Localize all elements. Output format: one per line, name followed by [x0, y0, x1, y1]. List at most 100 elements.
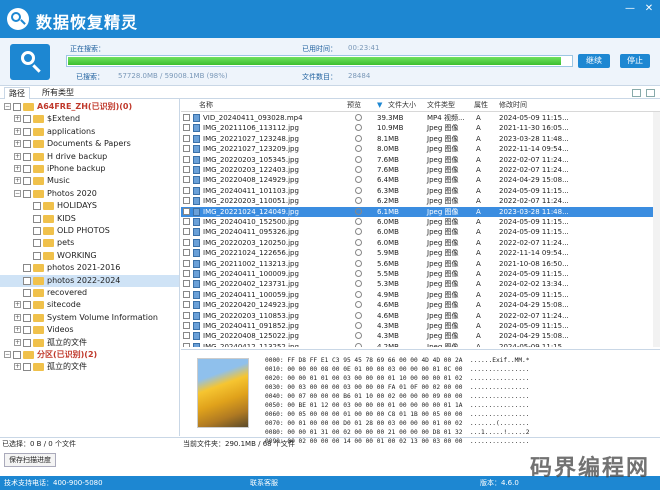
tree-item[interactable]: + System Volume Information: [0, 312, 179, 324]
row-checkbox[interactable]: [183, 228, 190, 236]
table-row[interactable]: IMG_20211106_113112.jpg 10.9MB Jpeg 图像 A 202…: [181, 123, 660, 133]
table-row[interactable]: IMG_20240412_113252.jpg 4.2MB Jpeg 图像 A 2024…: [181, 342, 660, 347]
tree-item[interactable]: − 分区(已识别)(2): [0, 349, 179, 361]
tree-item[interactable]: + Videos: [0, 324, 179, 336]
table-row[interactable]: IMG_20240411_100009.jpg 5.5MB Jpeg 图像 A 2024…: [181, 269, 660, 279]
preview-icon[interactable]: [355, 301, 362, 309]
tree-item[interactable]: + iPhone backup: [0, 163, 179, 175]
row-checkbox[interactable]: [183, 280, 190, 288]
row-checkbox[interactable]: [183, 342, 190, 347]
checkbox[interactable]: [23, 338, 31, 347]
preview-icon[interactable]: [355, 218, 362, 225]
tree-item[interactable]: + 孤立的文件: [0, 361, 179, 373]
row-checkbox[interactable]: [183, 270, 190, 277]
preview-icon[interactable]: [355, 332, 362, 340]
expander-icon[interactable]: −: [14, 189, 21, 197]
checkbox[interactable]: [33, 251, 41, 260]
table-row[interactable]: VID_20240411_093028.mp4 39.3MB MP4 视频... A 2…: [181, 113, 660, 123]
tree-item[interactable]: + Music: [0, 175, 179, 187]
table-row[interactable]: IMG_20220420_124923.jpg 4.6MB Jpeg 图像 A 2024…: [181, 300, 660, 310]
tree-item[interactable]: + applications: [0, 126, 179, 138]
save-scan-button[interactable]: 保存扫描进度: [4, 453, 56, 467]
checkbox[interactable]: [23, 165, 31, 173]
col-type[interactable]: 文件类型: [427, 99, 455, 112]
table-row[interactable]: IMG_20240411_101103.jpg 6.3MB Jpeg 图像 A 2024…: [181, 186, 660, 196]
tree-item[interactable]: recovered: [0, 287, 179, 299]
row-checkbox[interactable]: [183, 249, 190, 257]
checkbox[interactable]: [23, 177, 31, 186]
tree-item[interactable]: + Documents & Papers: [0, 138, 179, 150]
preview-icon[interactable]: [355, 134, 362, 142]
table-row[interactable]: IMG_20221024_122656.jpg 5.9MB Jpeg 图像 A 2022…: [181, 248, 660, 258]
expander-icon[interactable]: +: [14, 326, 21, 334]
expander-icon[interactable]: +: [14, 363, 21, 371]
table-row[interactable]: IMG_20220203_120250.jpg 6.0MB Jpeg 图像 A 2022…: [181, 238, 660, 248]
checkbox[interactable]: [23, 115, 31, 124]
row-checkbox[interactable]: [183, 166, 190, 173]
tree-item[interactable]: KIDS: [0, 213, 179, 225]
tree-item[interactable]: photos 2021-2016: [0, 262, 179, 274]
preview-icon[interactable]: [355, 166, 362, 173]
tree-item[interactable]: + $Extend: [0, 113, 179, 125]
checkbox[interactable]: [23, 313, 31, 322]
expander-icon[interactable]: −: [4, 351, 11, 358]
table-row[interactable]: IMG_20240410_152500.jpg 6.0MB Jpeg 图像 A 2024…: [181, 217, 660, 227]
preview-icon[interactable]: [355, 176, 362, 184]
preview-icon[interactable]: [355, 249, 362, 257]
row-checkbox[interactable]: [183, 114, 190, 121]
checkbox[interactable]: [23, 127, 31, 136]
list-scrollbar[interactable]: [653, 112, 660, 347]
row-checkbox[interactable]: [183, 207, 190, 215]
sort-down-icon[interactable]: ▼: [377, 99, 382, 112]
grid-view-icon[interactable]: [646, 89, 655, 97]
tab-all-types[interactable]: 所有类型: [38, 87, 78, 99]
row-checkbox[interactable]: [183, 238, 190, 246]
list-view-icon[interactable]: [632, 89, 641, 97]
tree-item[interactable]: OLD PHOTOS: [0, 225, 179, 237]
checkbox[interactable]: [13, 103, 21, 111]
table-row[interactable]: IMG_20240411_100059.jpg 4.9MB Jpeg 图像 A 2024…: [181, 290, 660, 300]
checkbox[interactable]: [33, 227, 41, 235]
tree-item[interactable]: − A64FRE_ZH(已识别)(0): [0, 101, 179, 113]
row-checkbox[interactable]: [183, 322, 190, 329]
preview-icon[interactable]: [355, 290, 362, 298]
checkbox[interactable]: [33, 202, 41, 211]
expander-icon[interactable]: +: [14, 115, 21, 123]
row-checkbox[interactable]: [183, 301, 190, 309]
preview-icon[interactable]: [355, 322, 362, 329]
checkbox[interactable]: [23, 289, 31, 297]
row-checkbox[interactable]: [183, 186, 190, 194]
table-row[interactable]: IMG_20221027_123248.jpg 8.1MB Jpeg 图像 A 2023…: [181, 134, 660, 144]
row-checkbox[interactable]: [183, 124, 190, 132]
tree-item[interactable]: + sitecode: [0, 299, 179, 311]
preview-icon[interactable]: [355, 124, 362, 132]
row-checkbox[interactable]: [183, 145, 190, 153]
checkbox[interactable]: [23, 140, 31, 149]
row-checkbox[interactable]: [183, 218, 190, 225]
expander-icon[interactable]: +: [14, 165, 21, 172]
col-name[interactable]: 名称: [199, 99, 213, 112]
table-row[interactable]: IMG_20220203_110051.jpg 6.2MB Jpeg 图像 A 2022…: [181, 196, 660, 206]
tree-item[interactable]: + 孤立的文件: [0, 337, 179, 349]
close-button[interactable]: ✕: [641, 2, 657, 16]
tree-item[interactable]: WORKING: [0, 250, 179, 262]
tree-item[interactable]: pets: [0, 237, 179, 249]
row-checkbox[interactable]: [183, 311, 190, 319]
row-checkbox[interactable]: [183, 290, 190, 298]
preview-icon[interactable]: [355, 311, 362, 319]
preview-icon[interactable]: [355, 228, 362, 236]
preview-icon[interactable]: [355, 145, 362, 153]
expander-icon[interactable]: +: [14, 140, 21, 148]
expander-icon[interactable]: +: [14, 338, 21, 346]
table-row[interactable]: IMG_20220203_105345.jpg 7.6MB Jpeg 图像 A 2022…: [181, 155, 660, 165]
preview-icon[interactable]: [355, 197, 362, 205]
expander-icon[interactable]: +: [14, 301, 21, 309]
checkbox[interactable]: [23, 301, 31, 310]
minimize-button[interactable]: —: [622, 2, 638, 16]
tab-path[interactable]: 路径: [4, 87, 30, 99]
table-row[interactable]: IMG_20240411_095326.jpg 6.0MB Jpeg 图像 A 2024…: [181, 227, 660, 237]
checkbox[interactable]: [23, 152, 31, 161]
stop-button[interactable]: 停止: [620, 54, 650, 68]
preview-icon[interactable]: [355, 238, 362, 246]
checkbox[interactable]: [23, 363, 31, 372]
